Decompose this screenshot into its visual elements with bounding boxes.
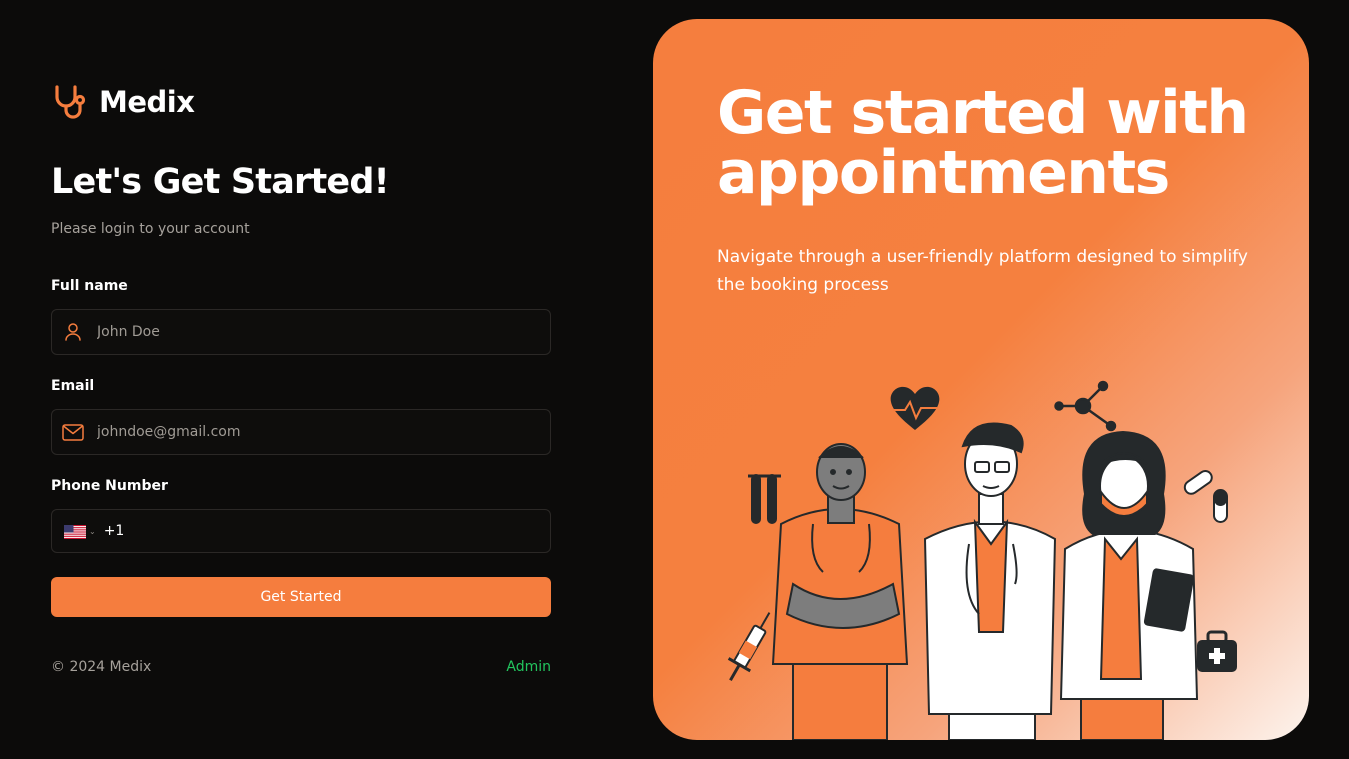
doctor-middle <box>923 422 1057 740</box>
mail-icon <box>62 421 84 443</box>
phone-field[interactable]: ⌄ +1 <box>51 509 551 553</box>
footer: © 2024 Medix Admin <box>51 659 551 675</box>
page-subtitle: Please login to your account <box>51 221 250 237</box>
page-title: Let's Get Started! <box>51 162 390 202</box>
brand-name: Medix <box>99 85 195 119</box>
full-name-label: Full name <box>51 278 128 294</box>
user-icon <box>62 321 84 343</box>
email-label: Email <box>51 378 95 394</box>
full-name-input[interactable] <box>97 324 477 340</box>
phone-label: Phone Number <box>51 478 168 494</box>
pill-icon <box>1183 470 1228 523</box>
heart-rate-icon <box>890 386 940 430</box>
phone-input[interactable] <box>130 523 491 539</box>
hero-subtitle: Navigate through a user-friendly platfor… <box>717 247 1248 295</box>
brand-logo[interactable]: Medix <box>51 82 195 122</box>
doctor-left <box>771 443 909 740</box>
get-started-button[interactable]: Get Started <box>51 577 551 617</box>
first-aid-kit-icon <box>1197 630 1237 672</box>
hero-panel: Get started with appointments Navigate t… <box>653 19 1309 740</box>
email-field[interactable] <box>51 409 551 455</box>
email-input[interactable] <box>97 424 477 440</box>
us-flag-icon[interactable] <box>64 524 86 539</box>
molecule-icon <box>1054 380 1117 432</box>
chevron-down-icon[interactable]: ⌄ <box>89 527 96 536</box>
test-tubes-icon <box>748 474 781 524</box>
copyright-text: © 2024 Medix <box>51 659 152 675</box>
full-name-field[interactable] <box>51 309 551 355</box>
dial-code: +1 <box>103 523 125 539</box>
doctors-illustration <box>727 380 1237 740</box>
syringe-icon <box>727 612 771 681</box>
admin-link[interactable]: Admin <box>506 659 551 675</box>
hero-title: Get started with appointments <box>717 78 1249 208</box>
login-form-section: Medix Let's Get Started! Please login to… <box>51 0 551 759</box>
stethoscope-icon <box>55 85 86 119</box>
doctor-right <box>1059 430 1199 740</box>
